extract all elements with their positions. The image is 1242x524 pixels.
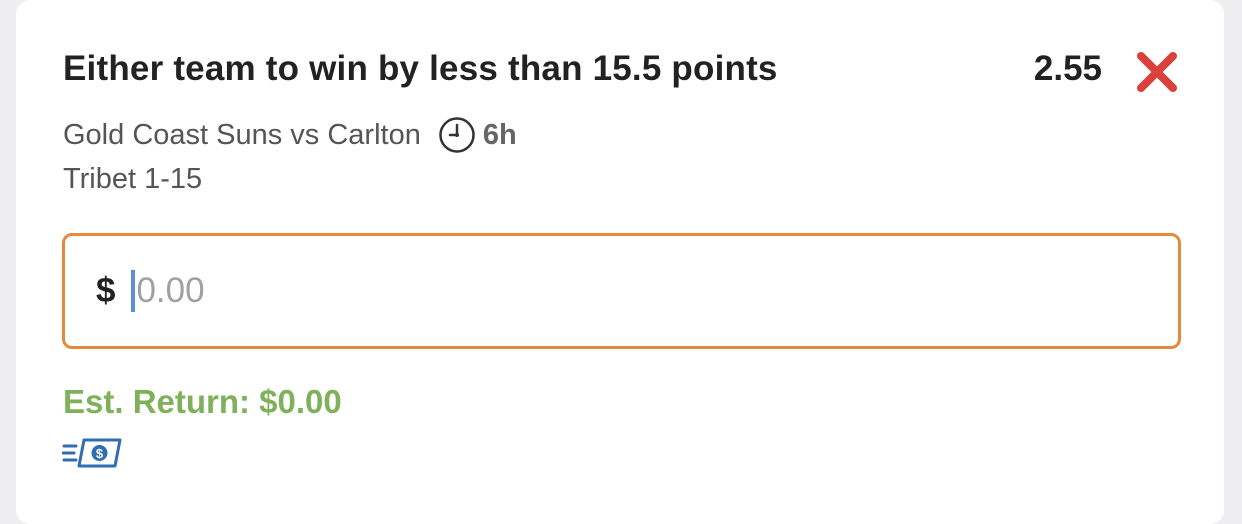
time-left: 6h [482,118,517,151]
estimated-return: Est. Return: $0.00 [63,383,342,420]
odds-value: 2.55 [1033,49,1102,88]
fast-cash-icon[interactable]: $ [60,437,122,469]
clock-icon [437,115,477,155]
currency-symbol: $ [96,271,116,310]
match-name: Gold Coast Suns vs Carlton [63,118,421,151]
match-info-row: Gold Coast Suns vs Carlton 6h [63,115,517,155]
market-name: Tribet 1-15 [63,163,203,195]
text-caret [131,270,136,312]
close-x-icon [1137,52,1177,92]
stake-field[interactable]: $ [62,233,1181,349]
svg-text:$: $ [96,446,104,461]
bet-selection-title: Either team to win by less than 15.5 poi… [63,49,778,88]
bet-slip-card: Either team to win by less than 15.5 poi… [16,0,1224,524]
stake-input[interactable] [136,271,1037,311]
remove-bet-button[interactable] [1135,50,1179,94]
